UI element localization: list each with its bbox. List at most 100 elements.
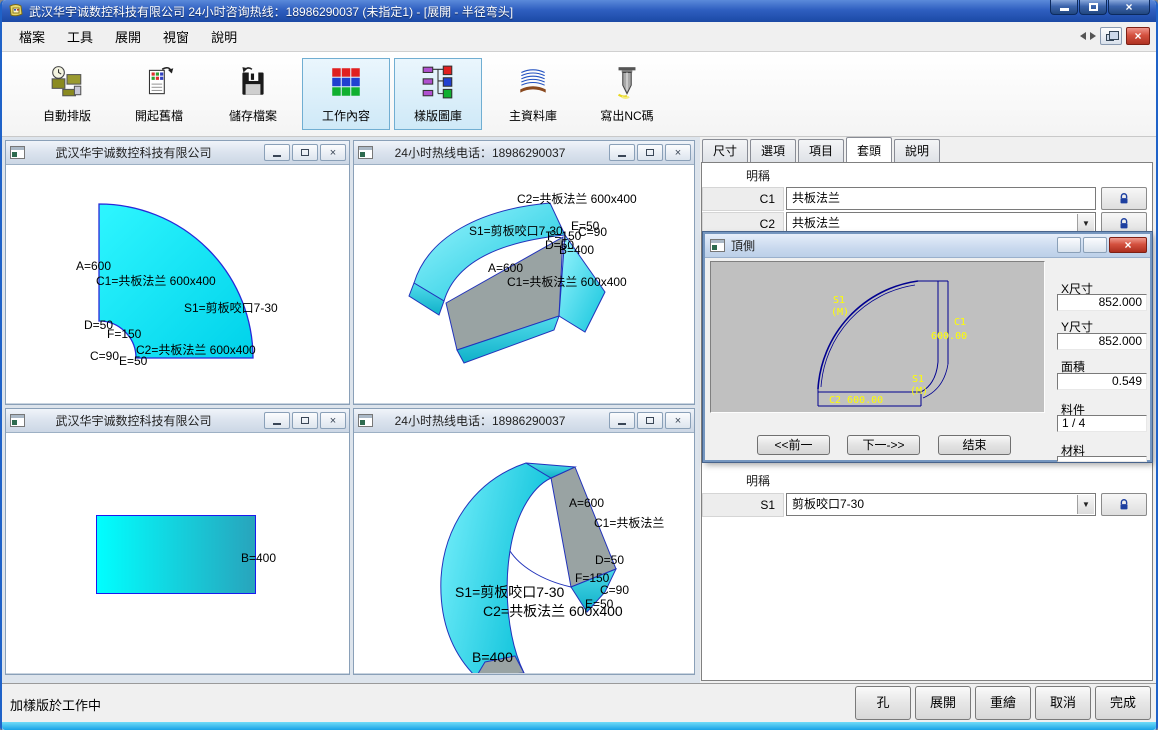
child-window-titlebar[interactable]: 武汉华宇诚数控科技有限公司 ×: [6, 141, 349, 165]
lock-c1-button[interactable]: [1101, 187, 1147, 210]
restore-icon: [301, 149, 309, 156]
child-window-title: 24小时热线电话：18986290037: [354, 144, 606, 161]
dimension-label: C1=共板法兰 600x400: [507, 276, 627, 289]
child-window-icon: [10, 414, 25, 427]
tab-items[interactable]: 項目: [798, 139, 844, 162]
seam-s1-dropdown[interactable]: 剪板咬口7-30 ▼: [786, 493, 1096, 516]
mdi-prev-icon[interactable]: [1080, 32, 1086, 40]
row-key-s1: S1: [702, 493, 784, 517]
previous-button[interactable]: <<前一: [757, 435, 830, 455]
child-window-3d-front: 24小时热线电话：18986290037 ×: [353, 408, 695, 675]
menu-help[interactable]: 說明: [200, 22, 248, 51]
toolbar-template-library[interactable]: 樣版圖庫: [394, 58, 482, 130]
done-button[interactable]: 完成: [1095, 686, 1151, 720]
chevron-down-icon[interactable]: ▼: [1077, 214, 1094, 233]
dialog-restore-button[interactable]: [1083, 237, 1107, 253]
child-close-button[interactable]: ×: [320, 144, 346, 161]
mdi-close-button[interactable]: ×: [1126, 27, 1150, 45]
connector-c1-field[interactable]: 共板法兰: [786, 187, 1096, 210]
restore-icon: [1106, 34, 1114, 41]
window-title: 武汉华宇诚数控科技有限公司 24小时咨询热线：18986290037 (未指定1…: [29, 3, 513, 20]
tab-notes[interactable]: 說明: [894, 139, 940, 162]
x-size-field[interactable]: 852.000: [1057, 294, 1147, 311]
toolbar-work-content[interactable]: 工作內容: [302, 58, 390, 130]
y-size-field[interactable]: 852.000: [1057, 333, 1147, 350]
material-field[interactable]: [1057, 456, 1147, 462]
child-window-titlebar[interactable]: 武汉华宇诚数控科技有限公司 ×: [6, 409, 349, 433]
preview-label-s1-inner-sub: (M): [910, 386, 928, 397]
hole-button[interactable]: 孔: [855, 686, 911, 720]
panel-tabs: 尺寸 選項 項目 套頭 說明: [700, 137, 940, 162]
lock-s1-button[interactable]: [1101, 493, 1147, 516]
toolbar-save-file[interactable]: 儲存檔案: [214, 58, 292, 130]
dimension-label: C=90: [578, 226, 607, 239]
area-field[interactable]: 0.549: [1057, 373, 1147, 390]
child-restore-button[interactable]: [292, 144, 318, 161]
child-minimize-button[interactable]: [264, 144, 290, 161]
child-close-button[interactable]: ×: [665, 412, 691, 429]
toolbar-auto-nest[interactable]: 自動排版: [28, 58, 106, 130]
toolbar-master-database[interactable]: 主資料庫: [494, 58, 572, 130]
dimension-label: B=400: [559, 244, 594, 257]
tab-dimensions[interactable]: 尺寸: [702, 139, 748, 162]
child-restore-button[interactable]: [637, 412, 663, 429]
maximize-button[interactable]: [1079, 0, 1107, 15]
toolbar-label: 開起舊檔: [135, 107, 183, 124]
pattern-preview: S1 (M) C1 600.00 S1 (M) C2 600.00: [710, 261, 1045, 413]
child-window-flat-pattern: 武汉华宇诚数控科技有限公司 ×: [5, 140, 350, 405]
dimension-label: A=600: [76, 260, 111, 273]
child-window-3d-top: 24小时热线电话：18986290037 ×: [353, 140, 695, 405]
tab-connectors[interactable]: 套頭: [846, 137, 892, 162]
next-button[interactable]: 下一->>: [847, 435, 920, 455]
dimension-label: C=90: [600, 584, 629, 597]
child-window-title: 24小时热线电话：18986290037: [354, 412, 606, 429]
minimize-button[interactable]: [1050, 0, 1078, 15]
dialog-close-button[interactable]: ×: [1109, 237, 1147, 253]
dialog-titlebar[interactable]: 頂側 ×: [705, 234, 1150, 258]
close-button[interactable]: ×: [1108, 0, 1150, 15]
toolbar-write-nc[interactable]: 寫出NC碼: [588, 58, 666, 130]
toolbar-label: 樣版圖庫: [414, 107, 462, 124]
child-restore-button[interactable]: [637, 144, 663, 161]
top-side-dialog: 頂側 × S1 (M): [703, 232, 1152, 462]
tab-options[interactable]: 選項: [750, 139, 796, 162]
child-window-icon: [358, 414, 373, 427]
menu-unfold[interactable]: 展開: [104, 22, 152, 51]
child-minimize-button[interactable]: [609, 412, 635, 429]
dimension-label: D=50: [595, 554, 624, 567]
part-field[interactable]: 1 / 4: [1057, 415, 1147, 432]
dimension-label: C2=共板法兰 600x400: [517, 193, 637, 206]
menu-file[interactable]: 檔案: [8, 22, 56, 51]
chevron-down-icon[interactable]: ▼: [1077, 495, 1094, 514]
cancel-button[interactable]: 取消: [1035, 686, 1091, 720]
section-header: 明稱: [746, 167, 770, 184]
master-database-icon: [515, 61, 551, 103]
mdi-next-icon[interactable]: [1090, 32, 1096, 40]
mdi-area: 武汉华宇诚数控科技有限公司 ×: [2, 137, 700, 683]
drawing-canvas: A=600 C1=共板法兰 D=50 F=150 C=90 E=50 S1=剪板…: [354, 433, 694, 673]
toolbar-open-file[interactable]: 開起舊檔: [120, 58, 198, 130]
unfold-button[interactable]: 展開: [915, 686, 971, 720]
child-close-button[interactable]: ×: [320, 412, 346, 429]
child-restore-button[interactable]: [292, 412, 318, 429]
child-minimize-button[interactable]: [264, 412, 290, 429]
child-minimize-button[interactable]: [609, 144, 635, 161]
child-window-titlebar[interactable]: 24小时热线电话：18986290037 ×: [354, 141, 694, 165]
dimension-label: F=150: [107, 328, 141, 341]
elbow-3d-fan-shape: [354, 433, 694, 673]
preview-label-c2: C2 600.00: [829, 395, 883, 406]
dialog-minimize-button[interactable]: [1057, 237, 1081, 253]
child-window-titlebar[interactable]: 24小时热线电话：18986290037 ×: [354, 409, 694, 433]
toolbar-label: 工作內容: [322, 107, 370, 124]
dimension-label: C=90: [90, 350, 119, 363]
mdi-restore-button[interactable]: [1100, 27, 1122, 45]
finish-button[interactable]: 结束: [938, 435, 1011, 455]
redraw-button[interactable]: 重繪: [975, 686, 1031, 720]
menu-window[interactable]: 視窗: [152, 22, 200, 51]
preview-label-c1: C1: [954, 317, 966, 328]
menu-tools[interactable]: 工具: [56, 22, 104, 51]
lock-icon: [1117, 217, 1131, 231]
drawing-canvas: A=600 C1=共板法兰 600x400 S1=剪板咬口7-30 D=50 F…: [6, 165, 349, 403]
child-close-button[interactable]: ×: [665, 144, 691, 161]
minimize-icon: [273, 423, 281, 425]
